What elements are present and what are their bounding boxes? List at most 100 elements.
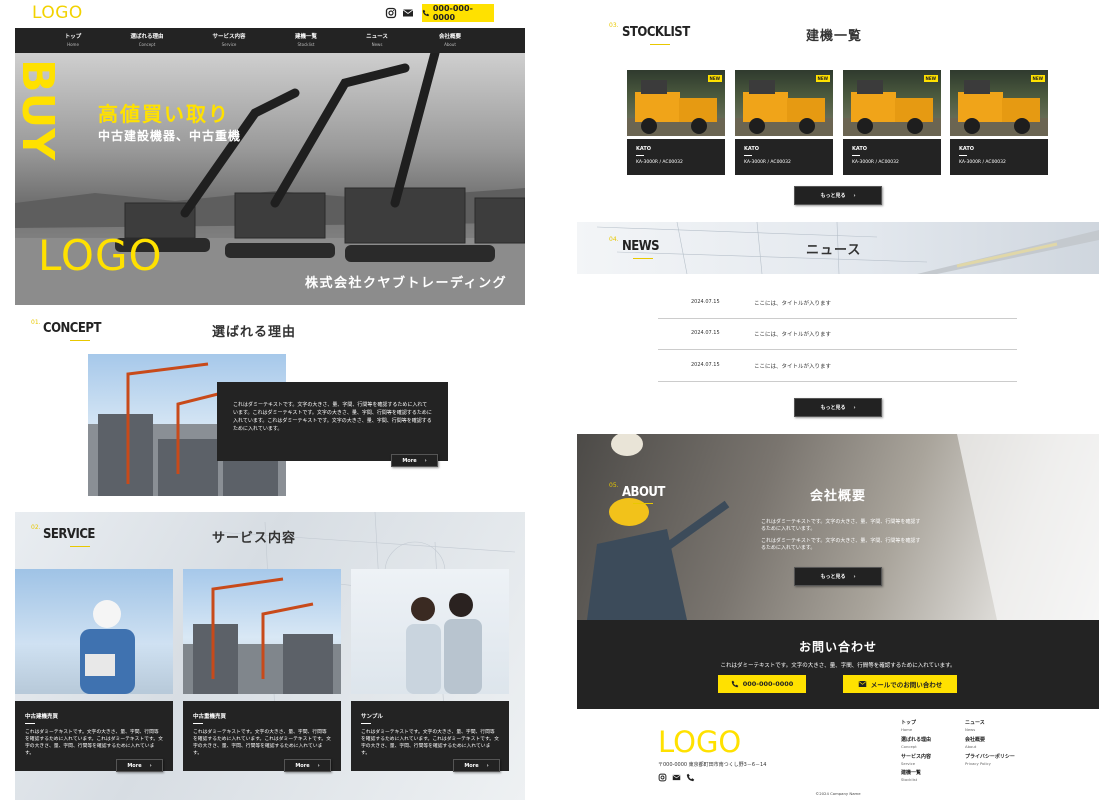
nav-item-concept[interactable]: 選ばれる理由 Concept	[112, 32, 182, 47]
service-more-button[interactable]: More ›	[284, 759, 331, 772]
more-label: More	[295, 762, 310, 769]
service-crane-photo	[183, 569, 341, 694]
more-label: More	[127, 762, 142, 769]
new-badge: NEW	[923, 75, 938, 82]
footer-nav-news[interactable]: ニュース News	[965, 719, 985, 732]
new-badge: NEW	[707, 75, 722, 82]
contact-mail-button[interactable]: メールでのお問い合わせ	[843, 675, 957, 693]
service-more-button[interactable]: More ›	[453, 759, 500, 772]
about-paragraph: これはダミーテキストです。文字の大きさ、量、字間、行間等を確認するために入れてい…	[761, 538, 921, 551]
service-card-underline	[25, 723, 35, 724]
chevron-right-icon: ›	[317, 762, 320, 769]
concept-more-button[interactable]: More ›	[391, 454, 438, 467]
footer-nav-home[interactable]: トップ Home	[901, 719, 916, 732]
global-nav: トップ Home 選ばれる理由 Concept サービス内容 Service 建機一覧…	[15, 28, 525, 53]
concept-number: 01.	[31, 319, 41, 326]
instagram-icon[interactable]	[385, 7, 397, 19]
stock-machine-photo: NEW	[627, 70, 725, 136]
news-item[interactable]: 2024.07.15 ここには、タイトルが入ります	[658, 318, 1017, 350]
contact-text: これはダミーテキストです。文字の大きさ、量、字間、行間等を確認するために入れてい…	[720, 663, 956, 669]
header-phone-button[interactable]: 000-000-0000	[422, 4, 494, 22]
footer-nav-service[interactable]: サービス内容 Service	[901, 753, 931, 766]
concept-text: これはダミーテキストです。文字の大きさ、量、字間、行間等を確認するために入れてい…	[233, 402, 432, 432]
mail-icon[interactable]	[402, 7, 414, 19]
hero-sub-copy: 中古建設機器、中古重機	[98, 129, 242, 143]
contact-title: お問い合わせ	[798, 640, 877, 654]
stock-info: KATO KA-3000R / AC00032	[627, 139, 725, 175]
hero-section: BUY 高値買い取り 中古建設機器、中古重機 LOGO 株式会社クヤブトレーディ…	[15, 53, 525, 305]
concept-heading: CONCEPT	[43, 321, 101, 336]
footer-nav-label: トップ	[901, 720, 917, 726]
stocklist-number: 03.	[609, 22, 619, 29]
footer-nav-about[interactable]: 会社概要 About	[965, 736, 985, 749]
service-more-button[interactable]: More ›	[116, 759, 163, 772]
footer-nav-sublabel: Service	[901, 761, 916, 766]
footer-nav-label: 会社概要	[965, 737, 986, 743]
stock-card[interactable]: NEW KATO KA-3000R / AC00032	[627, 70, 725, 175]
mail-icon[interactable]	[672, 773, 681, 782]
header-phone-number: 000-000-0000	[432, 4, 473, 22]
about-more-button[interactable]: もっと見る ›	[794, 567, 882, 586]
phone-icon[interactable]	[686, 773, 695, 782]
phone-icon	[422, 9, 430, 17]
stock-card[interactable]: NEW KATO KA-3000R / AC00032	[950, 70, 1048, 175]
stocklist-title: 建機一覧	[806, 29, 863, 44]
footer-nav-label: 選ばれる理由	[901, 737, 932, 743]
concept-text-box: これはダミーテキストです。文字の大きさ、量、字間、行間等を確認するために入れてい…	[217, 382, 448, 461]
nav-sublabel: Home	[67, 42, 79, 47]
svg-text:BUY: BUY	[15, 59, 63, 161]
news-underline	[633, 258, 653, 259]
nav-label: 建機一覧	[294, 34, 317, 40]
stocklist-more-button[interactable]: もっと見る ›	[794, 186, 882, 205]
nav-sublabel: News	[371, 42, 383, 47]
news-date: 2024.07.15	[691, 362, 720, 368]
copyright: ©2024 Company Name	[815, 791, 861, 796]
footer-nav-label: ニュース	[965, 720, 985, 726]
footer-nav-sublabel: Concept	[901, 744, 917, 749]
service-staff-photo	[351, 569, 509, 694]
stock-model: KA-3000R / AC00032	[852, 160, 899, 165]
nav-label: 選ばれる理由	[130, 34, 164, 40]
stock-info: KATO KA-3000R / AC00032	[735, 139, 833, 175]
footer-logo[interactable]: LOGO	[658, 725, 741, 759]
nav-label: トップ	[64, 34, 82, 40]
contact-phone-button[interactable]: 000-000-0000	[718, 675, 806, 693]
footer-nav-concept[interactable]: 選ばれる理由 Concept	[901, 736, 931, 749]
service-number: 02.	[31, 524, 41, 531]
nav-item-stocklist[interactable]: 建機一覧 Stocklist	[271, 32, 341, 47]
stock-name: KATO	[852, 146, 868, 152]
service-underline	[70, 546, 90, 547]
phone-icon	[731, 680, 739, 688]
about-number: 05.	[609, 482, 619, 489]
news-item-title: ここには、タイトルが入ります	[754, 301, 832, 307]
service-card-text: これはダミーテキストです。文字の大きさ、量、字間、行間等を確認するために入れてい…	[193, 730, 331, 756]
news-item-title: ここには、タイトルが入ります	[754, 364, 832, 370]
nav-item-service[interactable]: サービス内容 Service	[194, 32, 264, 47]
footer-nav-stocklist[interactable]: 建機一覧 Stocklist	[901, 769, 921, 782]
footer-nav-sublabel: Privacy Policy	[965, 761, 991, 766]
stock-card[interactable]: NEW KATO KA-3000R / AC00032	[843, 70, 941, 175]
nav-sublabel: Concept	[138, 42, 156, 47]
stock-underline	[636, 155, 644, 156]
instagram-icon[interactable]	[658, 773, 667, 782]
service-card-title: サンプル	[361, 714, 383, 720]
nav-item-about[interactable]: 会社概要 About	[415, 32, 485, 47]
stock-card[interactable]: NEW KATO KA-3000R / AC00032	[735, 70, 833, 175]
stocklist-underline	[650, 44, 670, 45]
footer-nav-privacy[interactable]: プライバシーポリシー Privacy Policy	[965, 753, 1015, 766]
news-item[interactable]: 2024.07.15 ここには、タイトルが入ります	[658, 287, 1017, 319]
news-item-title: ここには、タイトルが入ります	[754, 332, 832, 338]
nav-item-news[interactable]: ニュース News	[342, 32, 412, 47]
nav-item-home[interactable]: トップ Home	[38, 32, 108, 47]
news-date: 2024.07.15	[691, 299, 720, 305]
chevron-right-icon: ›	[486, 762, 489, 769]
news-more-button[interactable]: もっと見る ›	[794, 398, 882, 417]
service-card-underline	[193, 723, 203, 724]
chevron-right-icon: ›	[853, 192, 856, 199]
more-label: もっと見る	[820, 193, 846, 199]
service-heading: SERVICE	[43, 527, 95, 542]
chevron-right-icon: ›	[853, 573, 856, 580]
service-card-title: 中古重機売買	[193, 714, 227, 720]
news-item[interactable]: 2024.07.15 ここには、タイトルが入ります	[658, 350, 1017, 382]
header-logo[interactable]: LOGO	[32, 3, 83, 23]
